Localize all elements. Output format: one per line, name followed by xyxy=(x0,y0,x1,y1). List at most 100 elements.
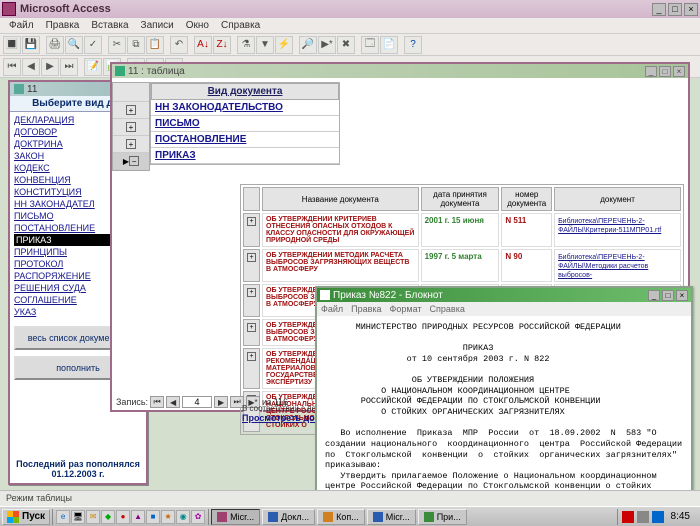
print-icon[interactable]: 🖨 xyxy=(46,36,64,54)
ql-desktop-icon[interactable]: 🖥 xyxy=(71,510,85,524)
undo-icon[interactable]: ↶ xyxy=(170,36,188,54)
taskbar-task[interactable]: Micr... xyxy=(367,509,416,525)
cell-link: Библиотека\ПЕРЕЧЕНЬ-2-ФАЙЛЫ\Критерии-511… xyxy=(554,213,681,247)
nav-first-icon[interactable]: ⏮ xyxy=(150,396,164,408)
nav-next-icon[interactable]: ▶ xyxy=(214,396,228,408)
ql-app1-icon[interactable]: ◆ xyxy=(101,510,115,524)
preview-icon[interactable]: 🔍 xyxy=(65,36,83,54)
tbl-close-button[interactable]: × xyxy=(673,66,685,77)
menu-file[interactable]: Файл xyxy=(4,19,39,32)
datasheet-icon xyxy=(115,66,125,76)
col-name[interactable]: Название документа xyxy=(262,187,419,211)
np-min-button[interactable]: _ xyxy=(648,290,660,301)
col-date[interactable]: дата принятия документа xyxy=(421,187,500,211)
sort-asc-icon[interactable]: A↓ xyxy=(194,36,212,54)
first-icon[interactable]: ⏮ xyxy=(3,58,21,76)
menu-edit[interactable]: Правка xyxy=(41,19,85,32)
tbl-max-button[interactable]: □ xyxy=(659,66,671,77)
ql-ie-icon[interactable]: e xyxy=(56,510,70,524)
start-button[interactable]: Пуск xyxy=(2,509,50,525)
notepad-title-text: Приказ №822 - Блокнот xyxy=(333,290,443,301)
np-max-button[interactable]: □ xyxy=(662,290,674,301)
maximize-button[interactable]: □ xyxy=(668,3,682,16)
ql-app3-icon[interactable]: ▲ xyxy=(131,510,145,524)
filter-form-icon[interactable]: ▼ xyxy=(256,36,274,54)
new-rec-icon[interactable]: ▶* xyxy=(318,36,336,54)
expand-icon[interactable]: + xyxy=(247,253,256,262)
expand-icon[interactable]: + xyxy=(247,323,256,332)
np-menu-edit[interactable]: Правка xyxy=(351,304,381,314)
expand-icon[interactable]: + xyxy=(247,352,256,361)
filter-sel-icon[interactable]: ⚗ xyxy=(237,36,255,54)
menu-insert[interactable]: Вставка xyxy=(86,19,133,32)
vid-row[interactable]: ПОСТАНОВЛЕНИЕ xyxy=(151,132,339,148)
table-row[interactable]: +ОБ УТВЕРЖДЕНИИ МЕТОДИК РАСЧЕТА ВЫБРОСОВ… xyxy=(243,249,681,282)
menu-window[interactable]: Окно xyxy=(181,19,214,32)
close-button[interactable]: × xyxy=(684,3,698,16)
vid-row[interactable]: НН ЗАКОНОДАТЕЛЬСТВО xyxy=(151,100,339,116)
view-icon[interactable]: 🔳 xyxy=(3,36,21,54)
paste-icon[interactable]: 📋 xyxy=(146,36,164,54)
last-icon[interactable]: ⏭ xyxy=(60,58,78,76)
np-menu-help[interactable]: Справка xyxy=(430,304,465,314)
help-icon[interactable]: ? xyxy=(404,36,422,54)
dbwin-icon[interactable]: 🗔 xyxy=(361,36,379,54)
vid-row-selected[interactable]: ПРИКАЗ xyxy=(151,148,339,164)
collapse-icon[interactable]: − xyxy=(129,156,139,166)
expand-icon[interactable]: + xyxy=(247,288,256,297)
tray-volume-icon[interactable] xyxy=(637,511,649,523)
menu-records[interactable]: Записи xyxy=(136,19,179,32)
expand-icon[interactable]: + xyxy=(126,139,136,149)
db-footer: Последний раз пополнялся 01.12.2003 г. xyxy=(10,459,146,479)
col-num[interactable]: номер документа xyxy=(501,187,552,211)
notepad-titlebar[interactable]: Приказ №822 - Блокнот _ □ × xyxy=(317,288,691,302)
copy-icon[interactable]: ⧉ xyxy=(127,36,145,54)
newobj-icon[interactable]: 📄 xyxy=(380,36,398,54)
form-icon[interactable]: 📝 xyxy=(84,58,102,76)
app-title: Microsoft Access xyxy=(20,3,652,15)
del-rec-icon[interactable]: ✖ xyxy=(337,36,355,54)
expand-icon[interactable]: + xyxy=(247,217,256,226)
tray-icon[interactable] xyxy=(622,511,634,523)
recnav-input[interactable] xyxy=(182,396,212,408)
np-menu-format[interactable]: Формат xyxy=(390,304,422,314)
app-titlebar: Microsoft Access _ □ × xyxy=(0,0,700,18)
ql-outlook-icon[interactable]: ✉ xyxy=(86,510,100,524)
vid-row[interactable]: ПИСЬМО xyxy=(151,116,339,132)
ql-app4-icon[interactable]: ■ xyxy=(146,510,160,524)
find-icon[interactable]: 🔎 xyxy=(299,36,317,54)
tray-lang-icon[interactable] xyxy=(652,511,664,523)
minimize-button[interactable]: _ xyxy=(652,3,666,16)
taskbar-task[interactable]: При... xyxy=(418,509,467,525)
nav-prev-icon[interactable]: ◀ xyxy=(166,396,180,408)
np-close-button[interactable]: × xyxy=(676,290,688,301)
sort-desc-icon[interactable]: Z↓ xyxy=(213,36,231,54)
doc-link[interactable]: Библиотека\ПЕРЕЧЕНЬ-2-ФАЙЛЫ\Критерии-511… xyxy=(558,218,661,234)
ql-app2-icon[interactable]: ● xyxy=(116,510,130,524)
expand-icon[interactable]: + xyxy=(126,122,136,132)
taskbar-task[interactable]: Micr... xyxy=(211,509,260,525)
np-menu-file[interactable]: Файл xyxy=(321,304,343,314)
notepad-menu: Файл Правка Формат Справка xyxy=(317,302,691,316)
ql-app6-icon[interactable]: ◉ xyxy=(176,510,190,524)
prev-icon[interactable]: ◀ xyxy=(22,58,40,76)
filter-toggle-icon[interactable]: ⚡ xyxy=(275,36,293,54)
tbl-min-button[interactable]: _ xyxy=(645,66,657,77)
table-row[interactable]: +ОБ УТВЕРЖДЕНИИ КРИТЕРИЕВ ОТНЕСЕНИЯ ОПАС… xyxy=(243,213,681,247)
doc-link[interactable]: Библиотека\ПЕРЕЧЕНЬ-2-ФАЙЛЫ\Методики рас… xyxy=(558,254,648,279)
table-titlebar[interactable]: 11 : таблица _ □ × xyxy=(112,64,688,78)
taskbar-task[interactable]: Докл... xyxy=(262,509,315,525)
spell-icon[interactable]: ✓ xyxy=(84,36,102,54)
cut-icon[interactable]: ✂ xyxy=(108,36,126,54)
taskbar-task[interactable]: Коп... xyxy=(317,509,365,525)
menu-help[interactable]: Справка xyxy=(216,19,265,32)
expand-icon[interactable]: + xyxy=(126,105,136,115)
next-icon[interactable]: ▶ xyxy=(41,58,59,76)
col-doc[interactable]: документ xyxy=(554,187,681,211)
notepad-body[interactable]: МИНИСТЕРСТВО ПРИРОДНЫХ РЕСУРСОВ РОССИЙСК… xyxy=(317,316,691,496)
ql-app7-icon[interactable]: ✿ xyxy=(191,510,205,524)
ql-app5-icon[interactable]: ★ xyxy=(161,510,175,524)
taskbar-clock[interactable]: 8:45 xyxy=(667,511,694,522)
save-icon[interactable]: 💾 xyxy=(22,36,40,54)
toolbar-1: 🔳 💾 🖨 🔍 ✓ ✂ ⧉ 📋 ↶ A↓ Z↓ ⚗ ▼ ⚡ 🔎 ▶* ✖ 🗔 📄… xyxy=(0,34,700,56)
